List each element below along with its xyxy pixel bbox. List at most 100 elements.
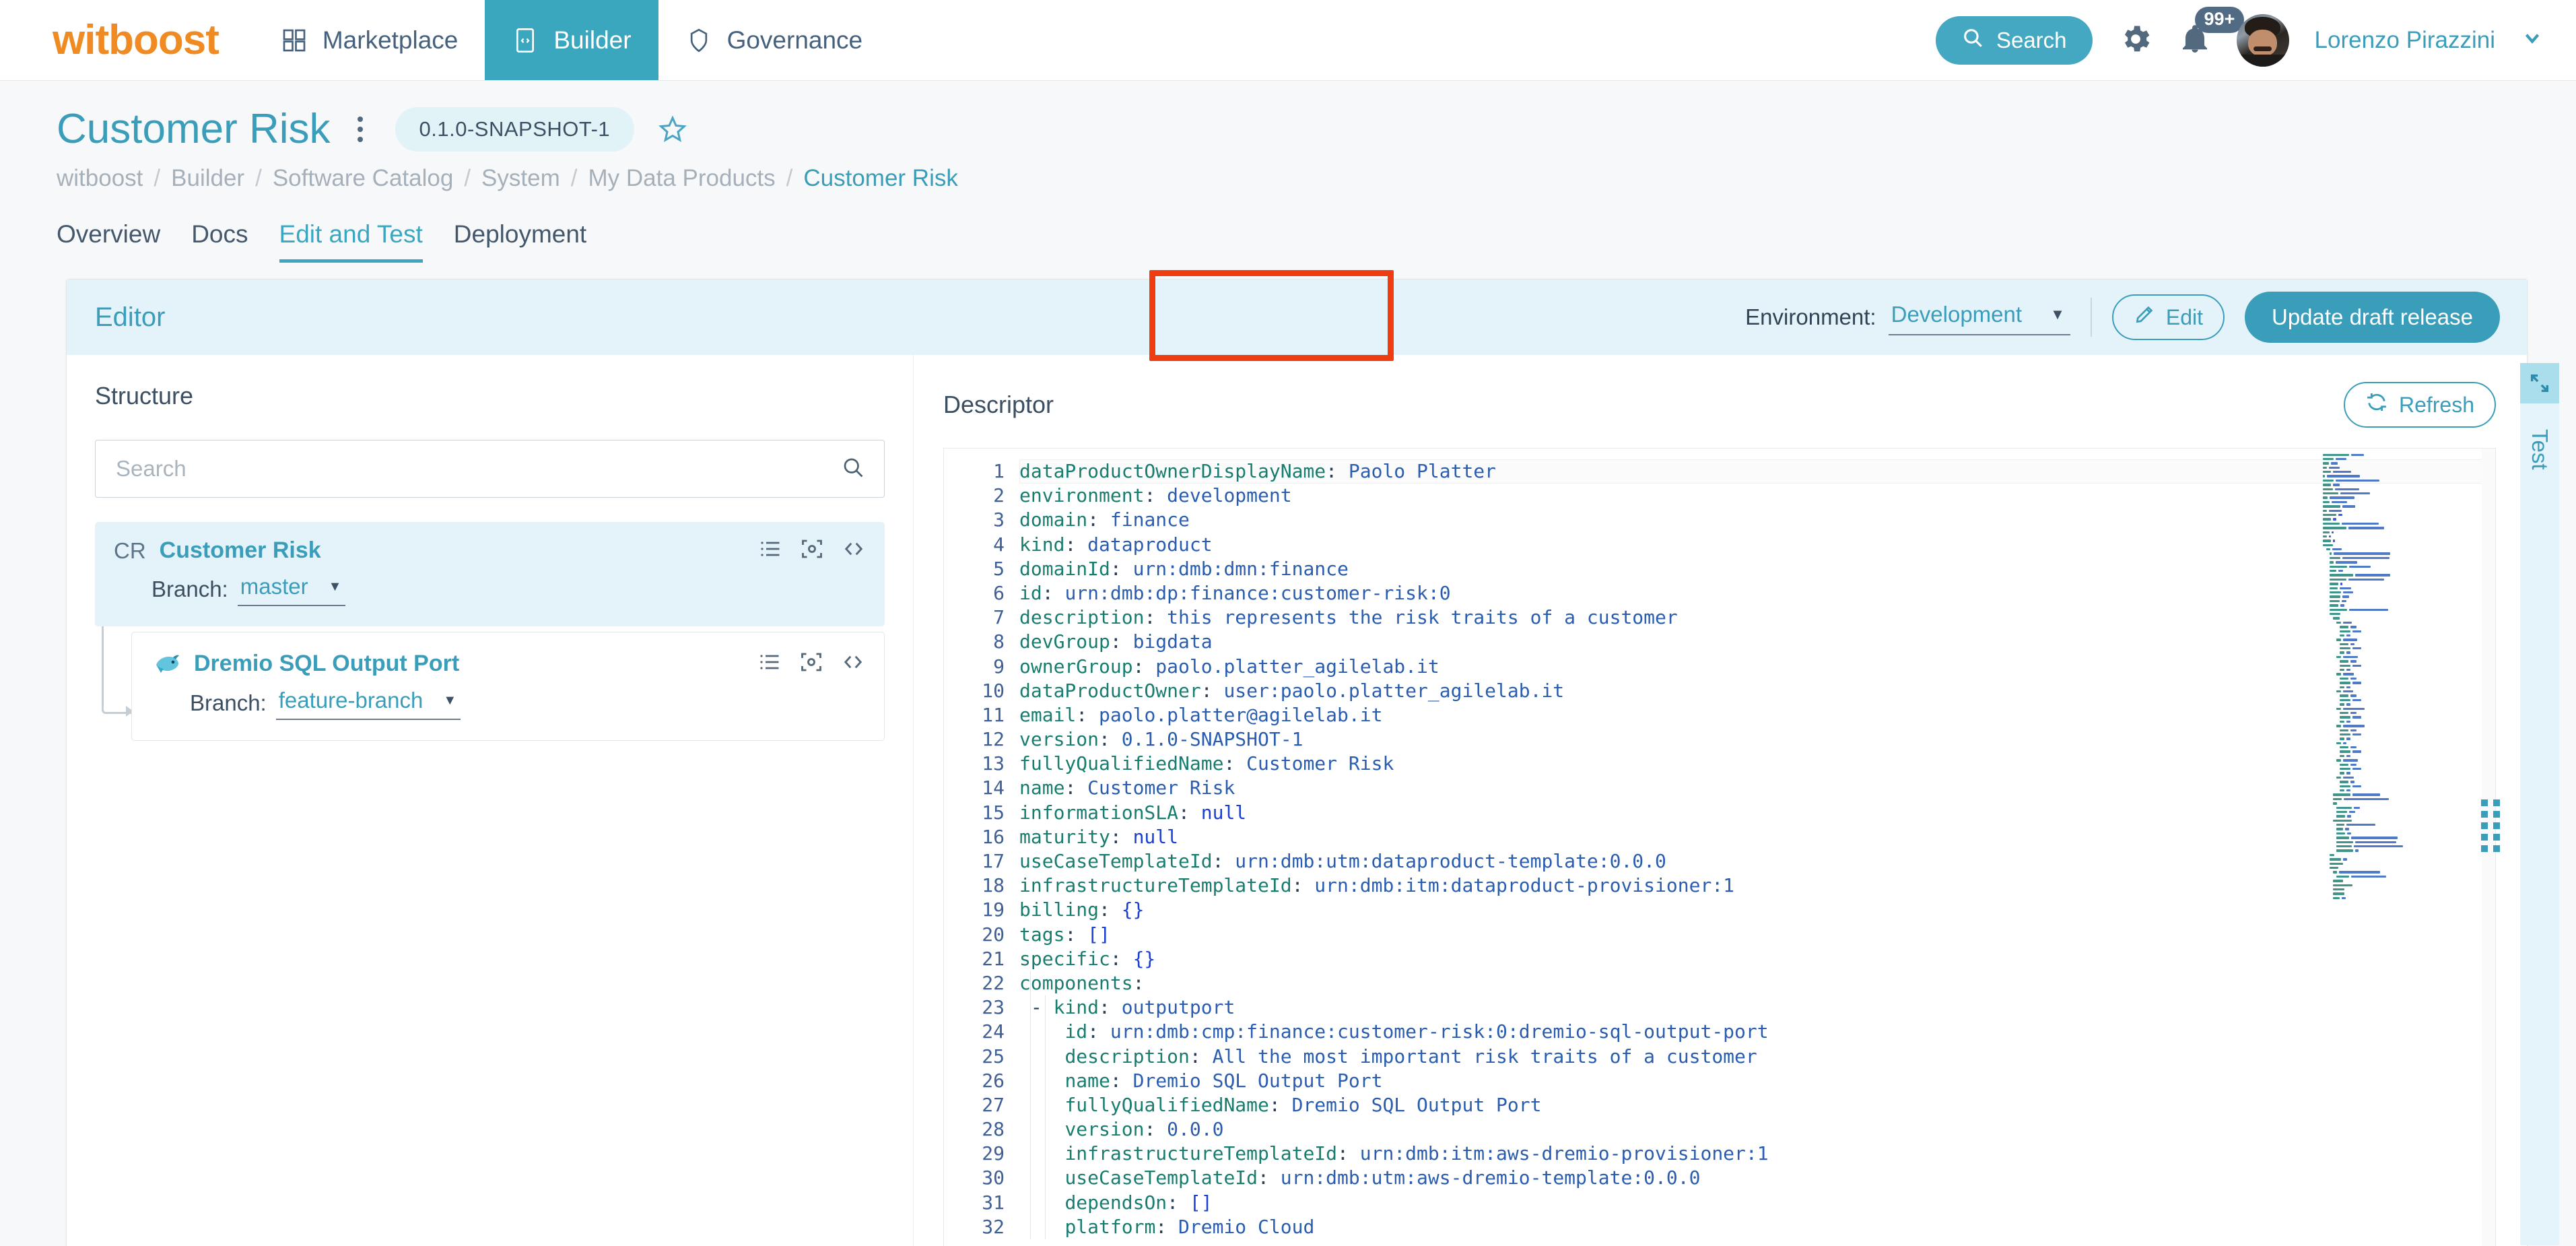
branch-value: feature-branch [278,688,423,713]
breadcrumb-item-builder[interactable]: Builder [171,165,244,192]
code-line[interactable]: tags: [] [1019,923,2495,947]
code-editor[interactable]: 1 2 3 4 5 6 7 8 9 10 11 12 13 14 15 16 17 18 19 20 21 22 23 24 2… [943,448,2496,1246]
code-line[interactable]: domainId: urn:dmb:dmn:finance [1019,557,2495,581]
code-line[interactable]: fullyQualifiedName: Dremio SQL Output Po… [1019,1093,2495,1117]
search-input[interactable] [116,456,841,482]
code-line[interactable]: ownerGroup: paolo.platter_agilelab.it [1019,655,2495,679]
nav-item-marketplace[interactable]: Marketplace [254,0,485,80]
line-number: 19 [982,898,1005,921]
nav-item-governance[interactable]: Governance [658,0,890,80]
branch-label: Branch: [190,690,267,715]
code-line[interactable]: infrastructureTemplateId: urn:dmb:itm:aw… [1019,1142,2495,1166]
focus-icon[interactable] [800,537,824,564]
line-number: 13 [982,752,1005,775]
code-line[interactable]: specific: {} [1019,947,2495,971]
descriptor-panel: Descriptor Refresh 1 2 3 4 5 6 7 8 9 10 11 12 13 14 15… [914,355,2527,1246]
edit-button[interactable]: Edit [2111,294,2225,340]
tree-node-header: Dremio SQL Output Port [152,649,865,678]
code-line[interactable]: name: Customer Risk [1019,776,2495,800]
line-number: 25 [982,1045,1005,1068]
test-rail-label[interactable]: Test [2527,429,2552,470]
settings-button[interactable] [2118,22,2153,59]
breadcrumb-item-software-catalog[interactable]: Software Catalog [273,165,453,192]
code-line[interactable]: email: paolo.platter@agilelab.it [1019,703,2495,727]
code-line[interactable]: id: urn:dmb:dp:finance:customer-risk:0 [1019,581,2495,605]
list-icon[interactable] [757,650,782,678]
line-number: 12 [982,728,1005,751]
structure-search-box[interactable] [95,440,885,498]
update-draft-release-button[interactable]: Update draft release [2244,292,2500,343]
code-line[interactable]: dataProductOwnerDisplayName: Paolo Platt… [1019,459,2495,484]
tab-docs[interactable]: Docs [191,220,248,263]
more-options-icon[interactable] [349,112,371,146]
tab-deployment[interactable]: Deployment [454,220,586,263]
nav-item-builder[interactable]: Builder [485,0,658,80]
code-line[interactable]: description: All the most important risk… [1019,1045,2495,1069]
search-button[interactable]: Search [1935,15,2093,65]
code-line[interactable]: environment: development [1019,484,2495,508]
breadcrumb-item-witboost[interactable]: witboost [57,165,143,192]
code-minimap[interactable] [2323,453,2466,1246]
code-line[interactable]: fullyQualifiedName: Customer Risk [1019,752,2495,776]
expand-collapse-icon[interactable] [2520,363,2559,403]
tree-node-name[interactable]: Dremio SQL Output Port [194,651,459,677]
code-line[interactable]: devGroup: bigdata [1019,630,2495,654]
branch-select-master[interactable]: master ▼ [237,572,346,606]
tree-node-actions [757,650,865,678]
app-logo[interactable]: witboost [0,0,254,80]
line-number: 11 [982,703,1005,726]
code-line[interactable]: id: urn:dmb:cmp:finance:customer-risk:0:… [1019,1020,2495,1044]
code-line[interactable]: billing: {} [1019,898,2495,922]
branch-row: Branch: feature-branch ▼ [152,686,865,720]
branch-value: master [240,574,308,599]
branch-select-feature-branch[interactable]: feature-branch ▼ [275,686,461,720]
code-brackets-icon[interactable] [842,537,866,564]
search-icon[interactable] [841,455,865,483]
chevron-down-icon[interactable] [2521,26,2544,55]
line-number: 21 [982,947,1005,970]
code-line[interactable]: useCaseTemplateId: urn:dmb:utm:dataprodu… [1019,849,2495,874]
focus-icon[interactable] [799,650,823,678]
code-line[interactable]: name: Dremio SQL Output Port [1019,1069,2495,1093]
code-line[interactable]: infrastructureTemplateId: urn:dmb:itm:da… [1019,874,2495,898]
favorite-star-icon[interactable] [657,114,688,145]
editor-body: Structure CR Customer Risk [67,355,2559,1246]
tab-edit-and-test[interactable]: Edit and Test [279,220,423,263]
notifications-button[interactable]: 99+ [2179,7,2245,59]
line-number: 23 [982,996,1005,1019]
code-line[interactable]: dataProductOwner: user:paolo.platter_agi… [1019,679,2495,703]
code-line[interactable]: version: 0.1.0-SNAPSHOT-1 [1019,727,2495,752]
panel-drag-handle[interactable] [2481,799,2500,852]
nav-item-label: Governance [726,26,863,54]
code-line[interactable]: - kind: outputport [1019,995,2495,1020]
list-icon[interactable] [758,537,782,564]
branch-label: Branch: [151,577,228,601]
code-content[interactable]: dataProductOwnerDisplayName: Paolo Platt… [1019,449,2495,1246]
code-line[interactable]: maturity: null [1019,825,2495,849]
username-label[interactable]: Lorenzo Pirazzini [2315,27,2495,54]
code-line[interactable]: useCaseTemplateId: urn:dmb:utm:aws-dremi… [1019,1166,2495,1190]
tree-node-name[interactable]: Customer Risk [160,537,321,564]
tree-node-actions [758,537,866,564]
code-brackets-icon[interactable] [841,650,865,678]
environment-select[interactable]: Development ▼ [1888,299,2070,335]
breadcrumb-item-my-data-products[interactable]: My Data Products [588,165,775,192]
breadcrumb: witboost / Builder / Software Catalog / … [57,165,958,192]
code-line[interactable]: description: this represents the risk tr… [1019,605,2495,630]
code-line[interactable]: components: [1019,971,2495,995]
refresh-button[interactable]: Refresh [2343,382,2496,428]
tree-node-customer-risk[interactable]: CR Customer Risk Branch: master ▼ [95,522,885,626]
code-line[interactable]: informationSLA: null [1019,801,2495,825]
tab-overview[interactable]: Overview [57,220,160,263]
code-line[interactable]: version: 0.0.0 [1019,1117,2495,1142]
tree-node-dremio-sql-output-port[interactable]: Dremio SQL Output Port Branch: feature-b… [131,632,885,741]
code-line[interactable]: dependsOn: [] [1019,1191,2495,1215]
breadcrumb-item-system[interactable]: System [481,165,560,192]
code-line[interactable]: kind: dataproduct [1019,533,2495,557]
line-number: 31 [982,1191,1005,1214]
breadcrumb-item-customer-risk[interactable]: Customer Risk [803,165,957,192]
avatar[interactable] [2236,13,2289,67]
code-line[interactable]: platform: Dremio Cloud [1019,1215,2495,1239]
code-line[interactable]: domain: finance [1019,508,2495,532]
nav-item-label: Marketplace [322,26,459,54]
